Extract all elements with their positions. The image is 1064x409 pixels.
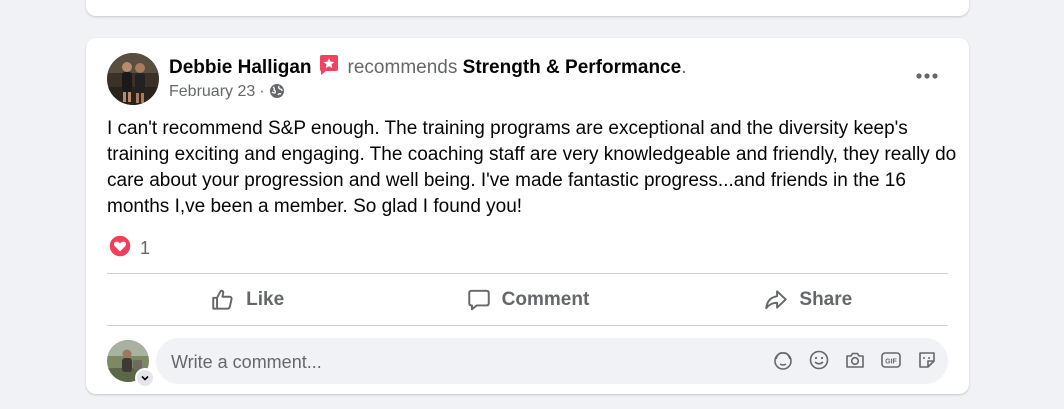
like-button[interactable]: Like	[107, 275, 387, 325]
globe-icon[interactable]	[269, 83, 285, 106]
post-date[interactable]: February 23	[169, 83, 255, 100]
svg-text:GIF: GIF	[885, 359, 897, 366]
share-label: Share	[799, 289, 853, 310]
divider-top	[107, 273, 948, 274]
more-options-button[interactable]	[915, 64, 939, 88]
recommend-badge-icon	[318, 54, 340, 83]
comment-label: Comment	[501, 289, 590, 310]
avatar-sticker-icon[interactable]	[772, 349, 794, 371]
trailing-period: .	[681, 57, 687, 78]
chevron-down-icon	[141, 375, 149, 381]
divider-bottom	[107, 325, 948, 326]
page-name-link[interactable]: Strength & Performance	[463, 57, 682, 78]
love-reaction-icon	[108, 234, 132, 263]
post-header: Debbie Halligan recommends Strength & Per…	[169, 54, 686, 83]
post-actions: Like Comment Share	[107, 275, 948, 325]
post-card: Debbie Halligan recommends Strength & Per…	[86, 38, 969, 394]
post-meta: February 23 ·	[169, 81, 285, 106]
author-name[interactable]: Debbie Halligan	[169, 57, 312, 78]
reactions-summary[interactable]: 1	[108, 234, 150, 263]
post-text: I can't recommend S&P enough. The traini…	[107, 118, 957, 217]
gif-icon[interactable]: GIF	[880, 349, 902, 371]
comment-icon	[467, 289, 490, 311]
comment-input[interactable]	[156, 338, 733, 386]
meta-separator: ·	[259, 83, 265, 100]
comment-tools: GIF	[772, 349, 938, 371]
recommends-text: recommends	[347, 57, 458, 78]
author-avatar[interactable]	[107, 53, 159, 105]
previous-post-card	[86, 0, 969, 16]
like-label: Like	[246, 289, 285, 310]
reaction-count: 1	[140, 238, 151, 258]
camera-icon[interactable]	[844, 349, 866, 371]
comment-composer: GIF	[156, 338, 948, 386]
sticker-icon[interactable]	[916, 349, 938, 371]
share-icon	[765, 290, 788, 310]
emoji-icon[interactable]	[808, 349, 830, 371]
comment-button[interactable]: Comment	[387, 275, 667, 325]
like-icon	[212, 289, 233, 310]
more-dots-icon	[916, 73, 938, 79]
share-button[interactable]: Share	[668, 275, 948, 325]
account-switcher-button[interactable]	[135, 368, 155, 388]
